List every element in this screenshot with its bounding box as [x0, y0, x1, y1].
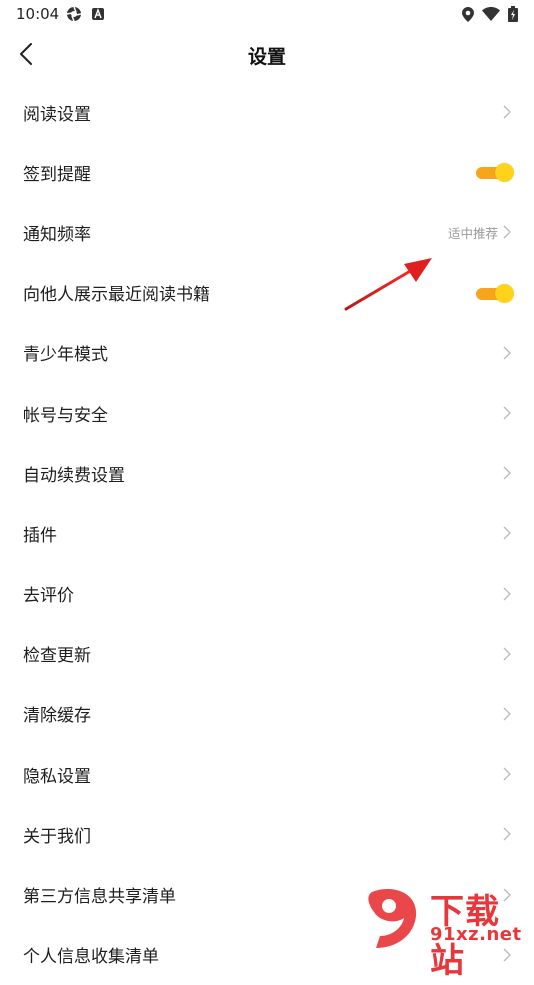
- chevron-right-icon: [503, 406, 511, 420]
- settings-row-trailing: [502, 767, 512, 781]
- watermark: 下载站 91xz.net: [362, 884, 534, 981]
- status-time: 10:04: [16, 5, 60, 23]
- header: 设置: [0, 28, 534, 80]
- settings-row-trailing: 适中推荐: [448, 223, 512, 242]
- chevron-right-icon: [503, 587, 511, 601]
- settings-row-label: 清除缓存: [23, 706, 91, 727]
- settings-list: 阅读设置签到提醒通知频率 适中推荐向他人展示最近阅读书籍 青少年模式帐号与安全自动续…: [0, 82, 534, 985]
- toggle-knob: [495, 163, 514, 183]
- settings-row-label: 向他人展示最近阅读书籍: [23, 285, 210, 306]
- status-right-icons: [462, 6, 518, 22]
- settings-row-label: 阅读设置: [23, 104, 91, 125]
- location-icon: [462, 6, 474, 22]
- settings-row[interactable]: 清除缓存: [0, 684, 534, 744]
- settings-row-trailing: [502, 827, 512, 841]
- settings-row-trailing: [476, 283, 514, 303]
- settings-row-trailing: [502, 346, 512, 360]
- settings-row-label: 通知频率: [23, 224, 91, 245]
- settings-row-label: 个人信息收集清单: [23, 947, 159, 968]
- settings-row[interactable]: 自动续费设置: [0, 443, 534, 503]
- settings-row-trailing: [502, 707, 512, 721]
- settings-row-label: 自动续费设置: [23, 465, 125, 486]
- status-left-icons: [66, 6, 104, 22]
- settings-row-label: 去评价: [23, 586, 74, 607]
- settings-row[interactable]: 检查更新: [0, 624, 534, 684]
- toggle-switch[interactable]: [476, 163, 514, 183]
- settings-row[interactable]: 签到提醒: [0, 142, 534, 202]
- settings-row[interactable]: 去评价: [0, 564, 534, 624]
- watermark-logo-icon: [368, 889, 417, 948]
- settings-row-label: 第三方信息共享清单: [23, 887, 176, 908]
- chevron-right-icon: [503, 767, 511, 781]
- settings-row[interactable]: 关于我们: [0, 804, 534, 864]
- chevron-right-icon: [503, 707, 511, 721]
- page-title: 设置: [247, 46, 286, 68]
- settings-row[interactable]: 阅读设置: [0, 82, 534, 142]
- settings-row-trailing: [502, 587, 512, 601]
- annotation-arrow: [344, 258, 432, 311]
- settings-row[interactable]: 向他人展示最近阅读书籍: [0, 263, 534, 323]
- settings-row-trailing: [502, 647, 512, 661]
- settings-row-trailing: [502, 406, 512, 420]
- status-bar: 10:04: [0, 0, 534, 28]
- settings-row[interactable]: 插件: [0, 503, 534, 563]
- settings-row[interactable]: 青少年模式: [0, 323, 534, 383]
- settings-row[interactable]: 帐号与安全: [0, 383, 534, 443]
- a-badge-icon: [92, 8, 104, 20]
- aperture-icon: [66, 6, 82, 22]
- settings-row-value: 适中推荐: [447, 225, 498, 241]
- settings-row-trailing: [502, 466, 512, 480]
- wifi-icon: [482, 7, 500, 21]
- chevron-right-icon: [503, 226, 511, 239]
- settings-row-label: 青少年模式: [23, 345, 108, 366]
- toggle-switch[interactable]: [476, 283, 514, 303]
- chevron-right-icon: [503, 526, 511, 540]
- settings-row-label: 隐私设置: [23, 766, 91, 787]
- settings-row-label: 签到提醒: [23, 164, 91, 185]
- settings-row[interactable]: 隐私设置: [0, 744, 534, 804]
- chevron-right-icon: [503, 466, 511, 480]
- settings-row-trailing: [502, 105, 512, 119]
- settings-row-label: 检查更新: [23, 646, 91, 667]
- settings-row-trailing: [476, 163, 514, 183]
- settings-row-label: 帐号与安全: [23, 405, 108, 426]
- chevron-right-icon: [503, 105, 511, 119]
- settings-row-label: 关于我们: [23, 826, 91, 847]
- chevron-right-icon: [503, 346, 511, 360]
- toggle-knob: [495, 283, 514, 303]
- chevron-right-icon: [503, 827, 511, 841]
- settings-row[interactable]: 通知频率 适中推荐: [0, 202, 534, 262]
- settings-row-trailing: [502, 526, 512, 540]
- watermark-bottom-text: 91xz.net: [430, 924, 522, 945]
- settings-row-label: 插件: [23, 525, 57, 546]
- chevron-right-icon: [503, 647, 511, 661]
- battery-icon: [508, 6, 518, 22]
